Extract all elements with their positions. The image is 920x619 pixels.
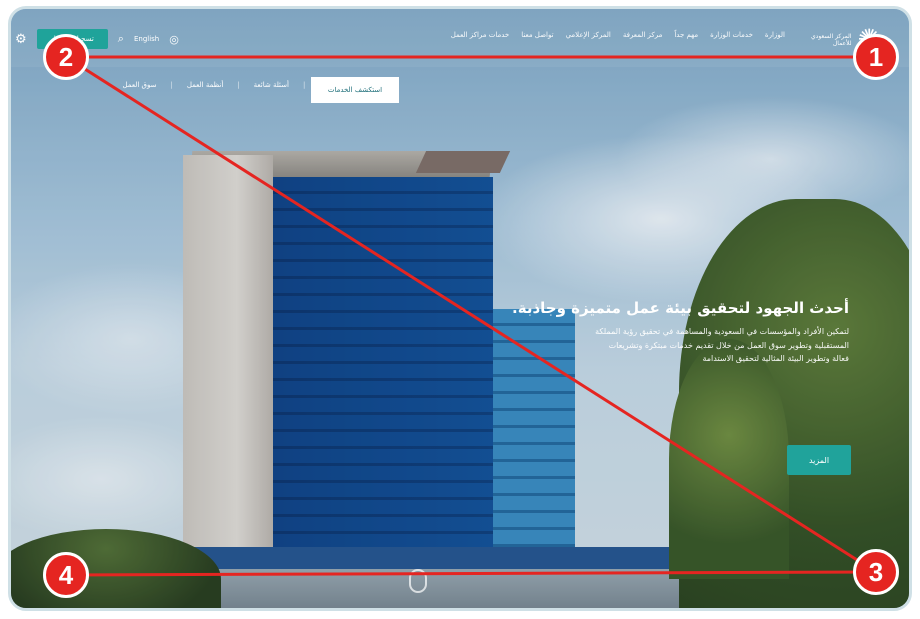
annotation-marker: 2 [43, 34, 89, 80]
annotation-lines [65, 55, 877, 577]
annotation-line-3-4 [65, 570, 877, 577]
annotation-marker: 1 [853, 34, 899, 80]
annotation-marker: 4 [43, 552, 89, 598]
annotation-marker: 3 [853, 549, 899, 595]
annotation-line-2-3 [65, 55, 877, 574]
